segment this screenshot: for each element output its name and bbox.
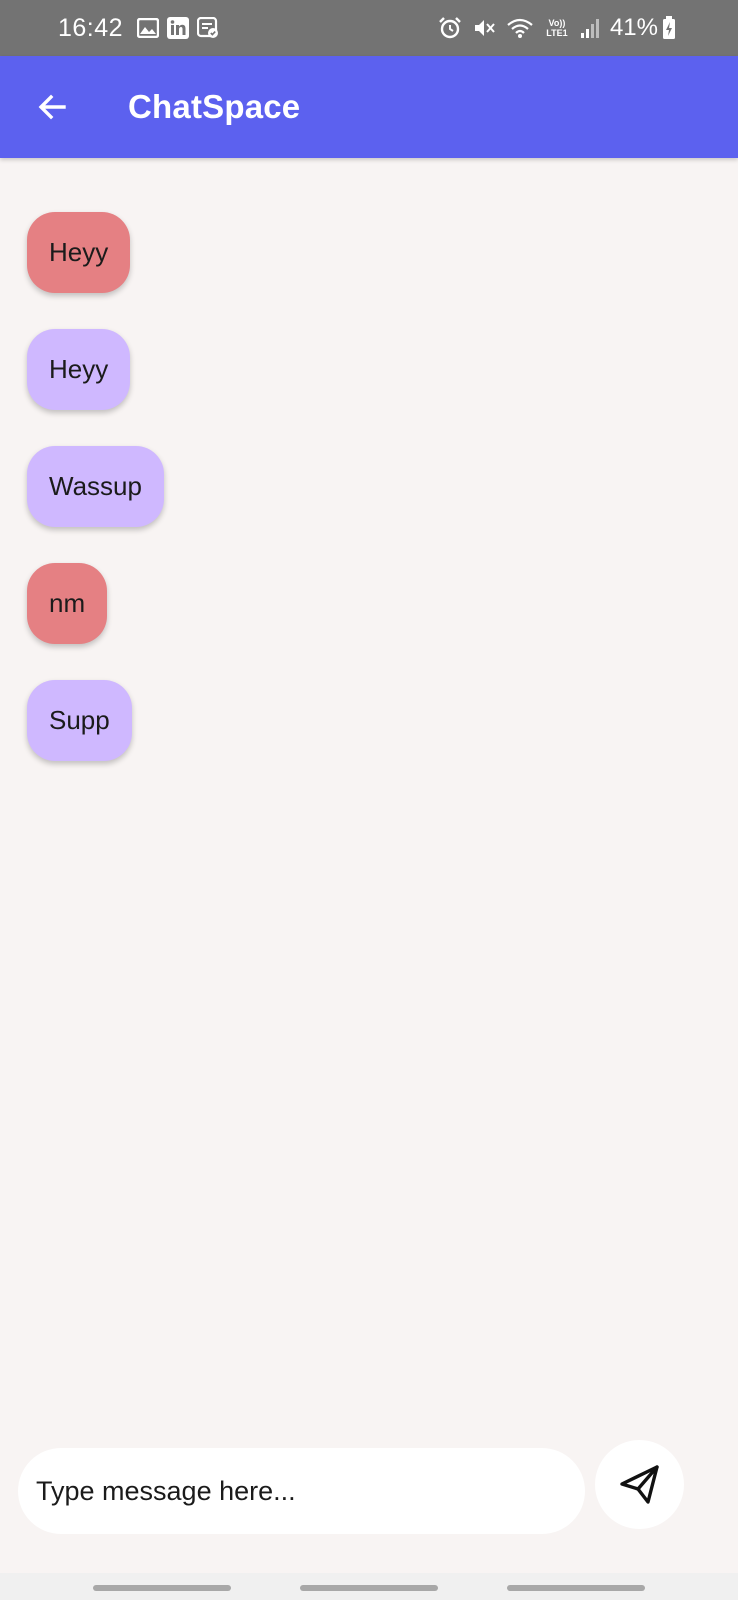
back-button[interactable] <box>30 85 74 129</box>
message-composer <box>18 1439 718 1541</box>
signal-icon <box>580 17 600 39</box>
send-icon <box>619 1465 659 1504</box>
nav-home-handle[interactable] <box>300 1585 438 1591</box>
message-bubble[interactable]: Heyy <box>27 329 131 410</box>
arrow-left-icon <box>38 94 66 120</box>
battery-percent: 41% <box>609 14 658 41</box>
volte-icon: Vo)) LTE1 <box>544 18 570 38</box>
volte-label: Vo)) LTE1 <box>546 18 568 38</box>
status-right: Vo)) LTE1 41% <box>438 14 676 42</box>
nav-back-handle[interactable] <box>507 1585 645 1591</box>
gallery-icon <box>137 18 160 38</box>
message-bubble[interactable]: Heyy <box>27 212 131 293</box>
system-nav-bar <box>0 1573 738 1600</box>
status-left: 16:42 <box>58 14 227 43</box>
status-time: 16:42 <box>58 13 124 42</box>
battery-charging-icon <box>662 16 676 40</box>
app-bar: ChatSpace <box>0 56 738 158</box>
page-title: ChatSpace <box>128 88 301 125</box>
wifi-icon <box>506 17 534 39</box>
message-list[interactable]: Heyy Heyy Wassup nm Supp <box>0 158 738 1428</box>
message-input[interactable] <box>18 1448 585 1534</box>
alarm-icon <box>438 16 462 40</box>
nav-recents-handle[interactable] <box>93 1585 231 1591</box>
send-button[interactable] <box>595 1439 684 1529</box>
notification-app-icon <box>197 17 219 39</box>
message-bubble[interactable]: Supp <box>27 680 132 761</box>
mute-icon <box>472 16 496 40</box>
message-bubble[interactable]: nm <box>27 563 108 644</box>
linkedin-icon <box>167 17 190 39</box>
status-bar: 16:42 Vo)) LTE1 41% <box>0 0 738 56</box>
message-bubble[interactable]: Wassup <box>27 446 164 527</box>
